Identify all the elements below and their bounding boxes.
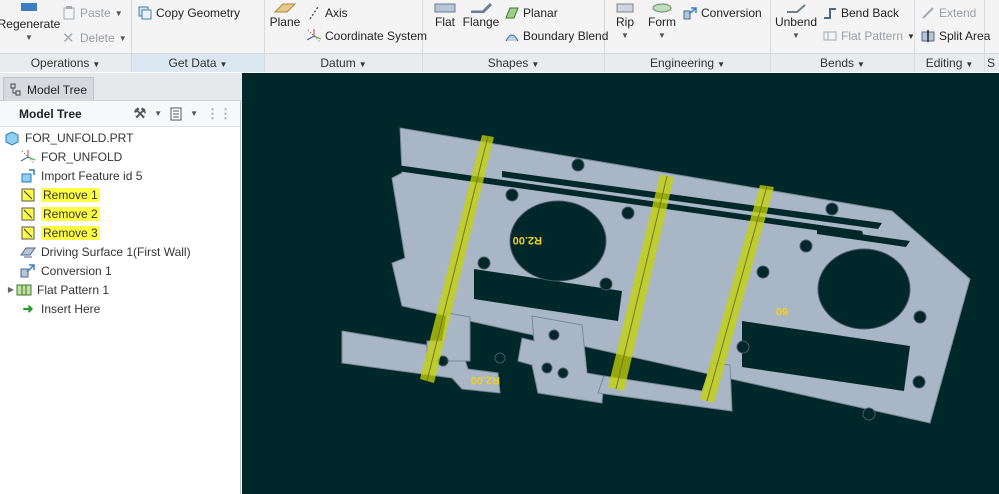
operations-group: Regenerate ▼ Paste ▼ ✕ Delete ▼ Operatio… [0, 0, 132, 72]
rip-icon [616, 3, 634, 13]
flat-pattern-button[interactable]: Flat Pattern ▼ [823, 29, 915, 43]
boundary-blend-icon [505, 34, 519, 42]
tree-item-root[interactable]: FOR_UNFOLD.PRT [4, 128, 133, 147]
show-dropdown-icon[interactable]: ▼ [190, 109, 198, 118]
form-dropdown-icon[interactable]: ▼ [658, 31, 666, 40]
extend-button[interactable]: Extend [921, 6, 976, 20]
get-data-group: Copy Geometry Get Data ▼ [132, 0, 265, 72]
paste-icon [63, 6, 75, 20]
split-area-button[interactable]: Split Area [921, 29, 990, 43]
paste-dropdown-icon[interactable]: ▼ [115, 9, 123, 18]
overflow-group: S [985, 0, 999, 72]
engineering-group-label[interactable]: Engineering ▼ [605, 53, 770, 72]
bend-back-button[interactable]: Bend Back [823, 6, 899, 20]
planar-button[interactable]: Planar [505, 6, 558, 20]
engineering-group: Rip ▼ Form ▼ Conversion Engineering ▼ [605, 0, 771, 72]
settings-dropdown-icon[interactable]: ▼ [154, 109, 162, 118]
insert-arrow-icon: ➜ [22, 300, 34, 316]
rip-button[interactable]: Rip ▼ [611, 3, 639, 40]
panel-tab-strip: Model Tree [0, 73, 243, 101]
delete-icon: ✕ [62, 30, 75, 47]
editing-group-label[interactable]: Editing ▼ [915, 53, 984, 72]
flat-pattern-drawing: R2.00 R2.00 60 [341, 127, 971, 424]
plane-icon [273, 3, 297, 13]
coordinate-system-icon [307, 29, 321, 43]
show-list-icon[interactable] [170, 107, 182, 121]
flat-pattern-dropdown-icon[interactable]: ▼ [907, 32, 915, 41]
rip-dropdown-icon[interactable]: ▼ [621, 31, 629, 40]
flat-pattern-icon [823, 31, 837, 41]
shapes-group: Flat Flange Planar Boundary Blend Shapes… [423, 0, 608, 72]
tree-item-conversion[interactable]: Conversion 1 [20, 261, 112, 280]
split-area-icon [921, 30, 935, 42]
copy-geometry-icon [138, 6, 152, 20]
tree-item-flat-pattern[interactable]: ▶ Flat Pattern 1 [6, 280, 109, 299]
tree-item-remove-3[interactable]: Remove 3 [20, 223, 100, 242]
remove-feature-icon [21, 226, 35, 239]
get-data-group-label[interactable]: Get Data ▼ [132, 53, 264, 72]
axis-button[interactable]: Axis [307, 6, 348, 20]
bends-group-label[interactable]: Bends ▼ [771, 53, 914, 72]
overflow-group-label[interactable]: S [985, 53, 999, 72]
filter-icon[interactable]: ⋮⋮ [206, 106, 232, 122]
plane-button[interactable]: Plane [269, 3, 301, 29]
model-tree-header: Model Tree ⚒ ▼ ▼ ⋮⋮ [0, 101, 240, 127]
paste-button[interactable]: Paste ▼ [62, 6, 123, 20]
coordinate-system-icon [20, 149, 36, 163]
driving-surface-icon [20, 247, 36, 257]
unbend-button[interactable]: Unbend ▼ [773, 3, 819, 40]
boundary-blend-button[interactable]: Boundary Blend [505, 29, 608, 43]
tab-model-tree[interactable]: Model Tree [3, 77, 95, 101]
regenerate-dropdown-icon[interactable]: ▼ [25, 33, 33, 42]
flat-pattern-icon [16, 284, 32, 295]
dimension-annotation[interactable]: R2.00 [471, 374, 500, 386]
remove-feature-icon [21, 188, 35, 201]
regenerate-icon [21, 3, 37, 11]
tree-item-insert-here[interactable]: ➜ Insert Here [20, 299, 101, 318]
flat-icon [434, 3, 456, 13]
flat-button[interactable]: Flat [429, 3, 461, 29]
datum-group: Plane Axis Coordinate System Datum ▼ [265, 0, 427, 72]
form-button[interactable]: Form ▼ [645, 3, 679, 40]
shapes-group-label[interactable]: Shapes ▼ [423, 53, 604, 72]
editing-group: Extend Split Area Editing ▼ [915, 0, 990, 72]
dimension-annotation[interactable]: R2.00 [513, 234, 542, 246]
bend-back-icon [824, 8, 836, 19]
flange-icon [471, 3, 493, 13]
settings-tool-icon[interactable]: ⚒ [134, 105, 147, 122]
unbend-icon [787, 4, 806, 13]
delete-dropdown-icon[interactable]: ▼ [119, 34, 127, 43]
regenerate-button[interactable]: Regenerate ▼ [0, 3, 60, 42]
expand-arrow-icon[interactable]: ▶ [6, 285, 16, 294]
planar-icon [505, 7, 519, 19]
flange-button[interactable]: Flange [463, 3, 499, 29]
bends-group: Unbend ▼ Bend Back Flat Pattern ▼ Bends ▼ [771, 0, 915, 72]
datum-group-label[interactable]: Datum ▼ [265, 53, 422, 72]
tree-item-remove-1[interactable]: Remove 1 [20, 185, 100, 204]
remove-feature-icon [21, 207, 35, 220]
model-tree-panel: Model Tree ⚒ ▼ ▼ ⋮⋮ FOR_UNFOLD.PRT FOR_U… [0, 101, 241, 494]
tree-item-remove-2[interactable]: Remove 2 [20, 204, 100, 223]
tree-item-driving-surface[interactable]: Driving Surface 1(First Wall) [20, 242, 191, 261]
part-icon [5, 130, 19, 146]
ribbon: Regenerate ▼ Paste ▼ ✕ Delete ▼ Operatio… [0, 0, 999, 72]
extend-icon [922, 7, 934, 19]
model-tree-tab-icon [10, 83, 21, 95]
delete-button[interactable]: ✕ Delete ▼ [62, 29, 127, 47]
conversion-button[interactable]: Conversion [683, 6, 762, 20]
large-hole [817, 248, 911, 330]
copy-geometry-button[interactable]: Copy Geometry [138, 6, 240, 20]
unbend-dropdown-icon[interactable]: ▼ [792, 31, 800, 40]
operations-group-label[interactable]: Operations ▼ [0, 53, 131, 72]
form-icon [652, 3, 672, 13]
conversion-icon [683, 7, 697, 20]
tree-item-coordinate-system[interactable]: FOR_UNFOLD [20, 147, 122, 166]
graphics-viewport[interactable]: R2.00 R2.00 60 [242, 73, 999, 494]
import-feature-icon [21, 168, 35, 182]
conversion-icon [20, 263, 35, 277]
coordinate-system-button[interactable]: Coordinate System [307, 29, 427, 43]
axis-icon [309, 6, 319, 20]
dimension-annotation[interactable]: 60 [776, 305, 788, 317]
tree-item-import-feature[interactable]: Import Feature id 5 [20, 166, 142, 185]
